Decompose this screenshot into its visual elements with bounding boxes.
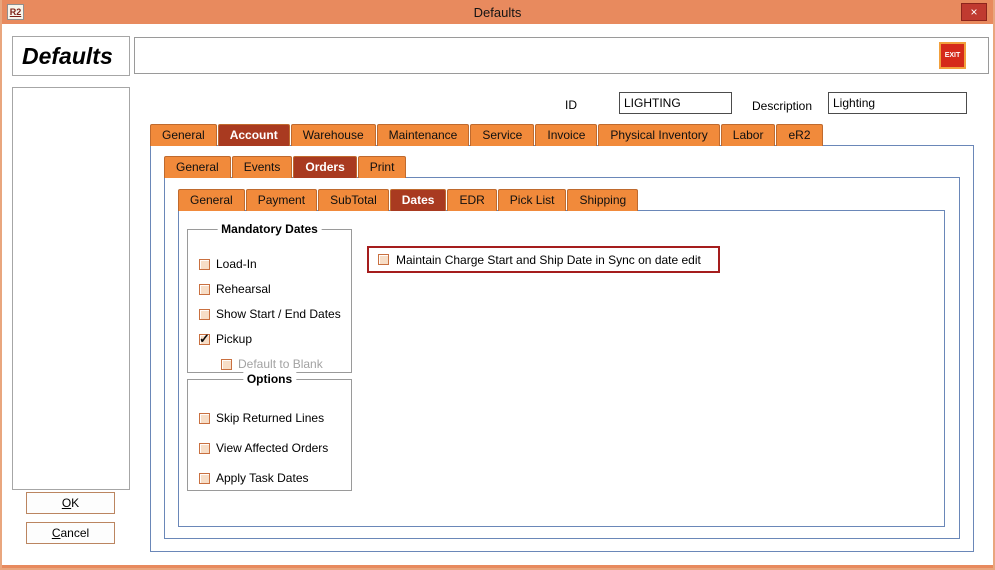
checkbox-row-rehearsal[interactable]: Rehearsal — [199, 282, 351, 296]
apply-task-dates-checkbox[interactable] — [199, 473, 210, 484]
tab-orders-shipping[interactable]: Shipping — [567, 189, 638, 211]
load-in-label: Load-In — [216, 257, 257, 271]
id-input[interactable] — [619, 92, 732, 114]
tab-account-print[interactable]: Print — [358, 156, 407, 178]
apply-task-dates-label: Apply Task Dates — [216, 471, 309, 485]
tab-account[interactable]: Account — [218, 124, 290, 146]
checkbox-row-show-dates[interactable]: Show Start / End Dates — [199, 307, 351, 321]
options-title: Options — [243, 372, 296, 386]
tab-maintenance[interactable]: Maintenance — [377, 124, 470, 146]
defaults-window: R2 Defaults × Defaults OK Cancel EXIT ID… — [0, 0, 995, 570]
tab-service[interactable]: Service — [470, 124, 534, 146]
sync-label: Maintain Charge Start and Ship Date in S… — [396, 253, 701, 267]
id-label: ID — [565, 98, 577, 112]
titlebar: R2 Defaults × — [2, 0, 993, 24]
view-affected-checkbox[interactable] — [199, 443, 210, 454]
tab-orders-subtotal[interactable]: SubTotal — [318, 189, 389, 211]
app-icon: R2 — [7, 4, 24, 20]
default-to-blank-label: Default to Blank — [238, 357, 323, 371]
window-frame-bottom — [2, 565, 993, 568]
toolbar: EXIT — [134, 37, 989, 74]
tab-warehouse[interactable]: Warehouse — [291, 124, 376, 146]
checkbox-row-pickup[interactable]: Pickup — [199, 332, 351, 346]
main-tab-bar: General Account Warehouse Maintenance Se… — [150, 124, 824, 146]
checkbox-row-view-affected[interactable]: View Affected Orders — [199, 441, 351, 455]
tab-account-general[interactable]: General — [164, 156, 231, 178]
tab-orders-dates[interactable]: Dates — [390, 189, 447, 211]
sync-checkbox[interactable] — [378, 254, 389, 265]
tab-labor[interactable]: Labor — [721, 124, 776, 146]
tab-orders-general[interactable]: General — [178, 189, 245, 211]
tab-physical-inventory[interactable]: Physical Inventory — [598, 124, 719, 146]
pickup-checkbox[interactable] — [199, 334, 210, 345]
pickup-label: Pickup — [216, 332, 252, 346]
checkbox-row-apply-task-dates[interactable]: Apply Task Dates — [199, 471, 351, 485]
exit-button[interactable]: EXIT — [939, 42, 966, 69]
default-to-blank-checkbox[interactable] — [221, 359, 232, 370]
left-panel — [12, 87, 130, 490]
mandatory-dates-group: Mandatory Dates Load-In Rehearsal Show S… — [187, 229, 352, 373]
tab-orders-edr[interactable]: EDR — [447, 189, 496, 211]
close-icon[interactable]: × — [961, 3, 987, 21]
skip-returned-label: Skip Returned Lines — [216, 411, 324, 425]
sync-option-row[interactable]: Maintain Charge Start and Ship Date in S… — [367, 246, 720, 273]
tab-invoice[interactable]: Invoice — [535, 124, 597, 146]
checkbox-row-load-in[interactable]: Load-In — [199, 257, 351, 271]
skip-returned-checkbox[interactable] — [199, 413, 210, 424]
view-affected-label: View Affected Orders — [216, 441, 328, 455]
rehearsal-checkbox[interactable] — [199, 284, 210, 295]
show-dates-label: Show Start / End Dates — [216, 307, 341, 321]
mandatory-dates-title: Mandatory Dates — [217, 222, 322, 236]
orders-sub-tab-bar: General Payment SubTotal Dates EDR Pick … — [178, 189, 639, 211]
ok-button[interactable]: OK — [26, 492, 115, 514]
checkbox-row-default-to-blank[interactable]: Default to Blank — [221, 357, 351, 371]
account-sub-tab-bar: General Events Orders Print — [164, 156, 407, 178]
description-input[interactable] — [828, 92, 967, 114]
page-title: Defaults — [12, 36, 130, 76]
tab-orders-payment[interactable]: Payment — [246, 189, 317, 211]
tab-general[interactable]: General — [150, 124, 217, 146]
tab-orders-pick-list[interactable]: Pick List — [498, 189, 567, 211]
options-group: Options Skip Returned Lines View Affecte… — [187, 379, 352, 491]
cancel-button[interactable]: Cancel — [26, 522, 115, 544]
checkbox-row-skip-returned[interactable]: Skip Returned Lines — [199, 411, 351, 425]
tab-account-orders[interactable]: Orders — [293, 156, 356, 178]
show-dates-checkbox[interactable] — [199, 309, 210, 320]
tab-er2[interactable]: eR2 — [776, 124, 822, 146]
load-in-checkbox[interactable] — [199, 259, 210, 270]
description-label: Description — [752, 99, 812, 113]
window-title: Defaults — [474, 5, 522, 20]
rehearsal-label: Rehearsal — [216, 282, 271, 296]
tab-account-events[interactable]: Events — [232, 156, 293, 178]
